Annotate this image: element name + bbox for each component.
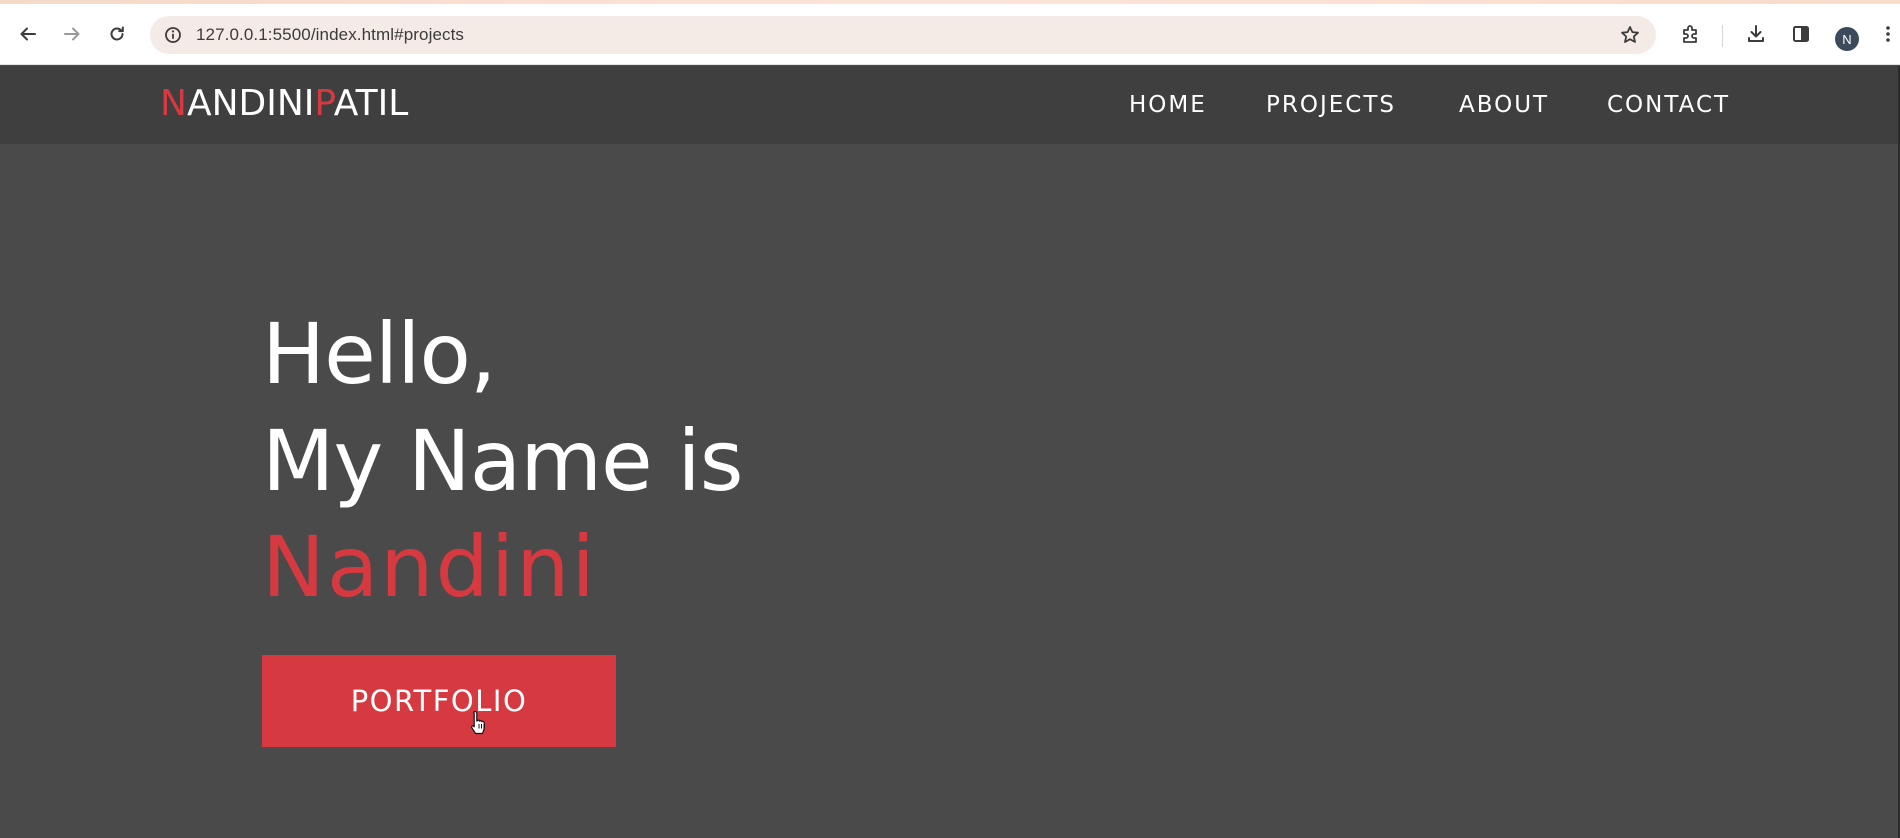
side-panel-icon[interactable] xyxy=(1786,19,1816,49)
address-bar[interactable]: 127.0.0.1:5500/index.html#projects xyxy=(150,16,1656,54)
profile-avatar[interactable]: N xyxy=(1835,27,1859,51)
extensions-icon[interactable] xyxy=(1676,19,1706,49)
nav-projects[interactable]: PROJECTS xyxy=(1266,92,1396,118)
downloads-icon[interactable] xyxy=(1741,19,1771,49)
browser-toolbar: 127.0.0.1:5500/index.html#projects N xyxy=(0,4,1900,65)
hero-greeting: Hello, xyxy=(262,305,497,403)
url-text[interactable]: 127.0.0.1:5500/index.html#projects xyxy=(196,25,464,45)
portfolio-button[interactable]: PORTFOLIO xyxy=(262,655,616,747)
nav-about[interactable]: ABOUT xyxy=(1459,92,1549,118)
forward-icon[interactable] xyxy=(57,19,87,49)
reload-icon[interactable] xyxy=(102,19,132,49)
toolbar-separator xyxy=(1722,25,1723,47)
bookmark-star-icon[interactable] xyxy=(1618,23,1642,47)
kebab-menu-icon[interactable] xyxy=(1878,19,1898,49)
site-info-icon[interactable] xyxy=(162,24,184,46)
hero-intro: My Name is xyxy=(262,412,744,510)
nav-contact[interactable]: CONTACT xyxy=(1607,92,1730,118)
hero-section: Hello, My Name is Nandini PORTFOLIO xyxy=(0,144,1900,838)
back-icon[interactable] xyxy=(13,19,43,49)
nav-home[interactable]: HOME xyxy=(1129,92,1207,118)
hero-name: Nandini xyxy=(262,518,597,616)
main-nav: HOME PROJECTS ABOUT CONTACT xyxy=(0,92,1900,122)
hand-cursor-icon xyxy=(471,710,485,735)
site-header: NANDINIPATIL HOME PROJECTS ABOUT CONTACT xyxy=(0,66,1900,144)
